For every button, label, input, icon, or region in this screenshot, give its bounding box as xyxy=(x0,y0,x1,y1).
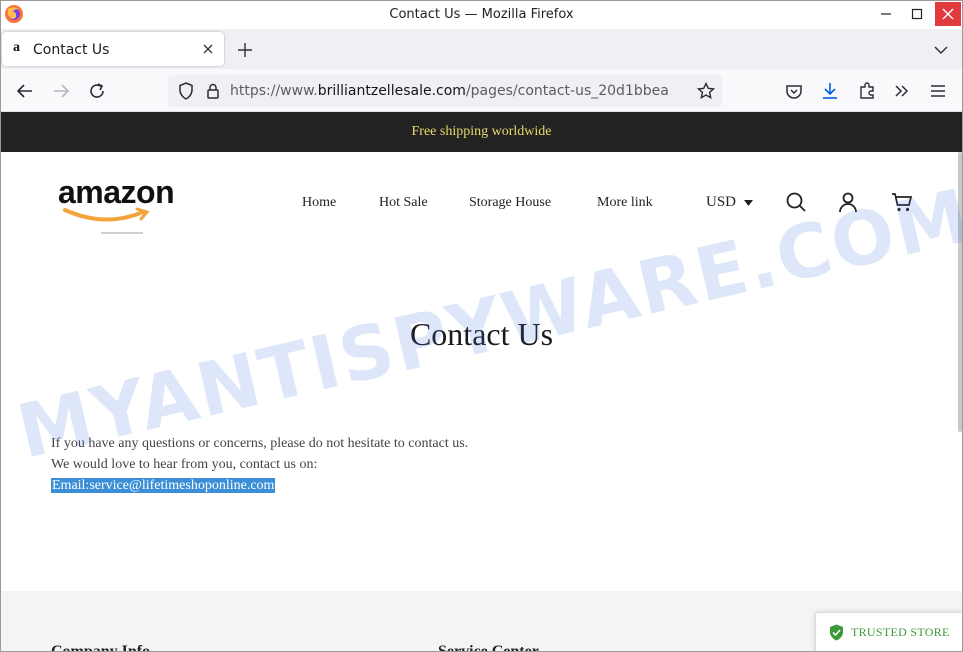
search-icon[interactable] xyxy=(785,191,807,213)
nav-more-link[interactable]: More link xyxy=(597,195,653,211)
minimize-icon xyxy=(881,13,891,15)
hamburger-menu-icon[interactable] xyxy=(928,81,948,101)
trusted-store-label: TRUSTED STORE xyxy=(851,625,950,639)
cart-icon[interactable] xyxy=(891,191,913,213)
bookmark-star-icon[interactable] xyxy=(696,81,716,101)
url-text[interactable]: https://www.brilliantzellesale.com/pages… xyxy=(230,83,669,99)
amazon-favicon-icon: a xyxy=(13,40,20,55)
extensions-icon[interactable] xyxy=(857,81,877,101)
tab-strip: a Contact Us xyxy=(0,29,963,69)
reload-icon[interactable] xyxy=(87,81,107,101)
tab-close-icon[interactable] xyxy=(201,42,215,56)
more-tools-icon[interactable] xyxy=(892,81,912,101)
pocket-icon[interactable] xyxy=(784,81,804,101)
currency-selector[interactable]: USD xyxy=(706,194,736,211)
window-titlebar: Contact Us — Mozilla Firefox xyxy=(0,0,963,30)
logo-smile-icon xyxy=(63,207,150,222)
tab-contact-us[interactable]: a Contact Us xyxy=(2,32,224,66)
window-title: Contact Us — Mozilla Firefox xyxy=(389,7,574,22)
page-viewport: Free shipping worldwide amazon Home Hot … xyxy=(1,112,962,652)
logo-tagline xyxy=(101,232,143,234)
announcement-bar: Free shipping worldwide xyxy=(1,112,962,152)
page-scrollbar[interactable] xyxy=(958,152,962,432)
footer-service-center: Service Center xyxy=(438,643,539,652)
trusted-store-badge[interactable]: TRUSTED STORE xyxy=(815,612,962,652)
nav-hot-sale[interactable]: Hot Sale xyxy=(379,195,428,211)
back-arrow-icon[interactable] xyxy=(15,81,35,101)
nav-home[interactable]: Home xyxy=(302,195,336,211)
maximize-button[interactable] xyxy=(904,2,930,26)
url-prefix: https://www. xyxy=(230,83,318,99)
url-path: /pages/contact-us_20d1bbea xyxy=(465,83,669,99)
caret-down-icon[interactable] xyxy=(744,200,753,206)
contact-email-link[interactable]: Email:service@lifetimeshoponline.com xyxy=(51,478,276,493)
chevron-down-icon[interactable] xyxy=(933,42,949,58)
body-text-line-1: If you have any questions or concerns, p… xyxy=(51,436,469,451)
body-text-line-2: We would love to hear from you, contact … xyxy=(51,457,318,472)
shield-check-icon xyxy=(830,624,843,641)
download-icon[interactable] xyxy=(820,81,840,101)
page-title: Contact Us xyxy=(409,316,554,352)
navigation-toolbar: https://www.brilliantzellesale.com/pages… xyxy=(0,69,963,112)
lock-icon[interactable] xyxy=(203,81,223,101)
close-icon xyxy=(942,8,954,20)
shield-icon[interactable] xyxy=(176,81,196,101)
nav-storage-house[interactable]: Storage House xyxy=(469,195,551,211)
close-window-button[interactable] xyxy=(935,2,961,26)
account-icon[interactable] xyxy=(837,191,859,213)
tab-title: Contact Us xyxy=(33,42,110,58)
footer-company-info: Company Info xyxy=(51,643,151,652)
forward-arrow-icon[interactable] xyxy=(51,81,71,101)
url-host: brilliantzellesale.com xyxy=(317,83,466,99)
maximize-icon xyxy=(911,8,923,20)
minimize-button[interactable] xyxy=(873,2,899,26)
new-tab-icon[interactable] xyxy=(236,41,254,59)
url-bar[interactable]: https://www.brilliantzellesale.com/pages… xyxy=(168,75,722,107)
